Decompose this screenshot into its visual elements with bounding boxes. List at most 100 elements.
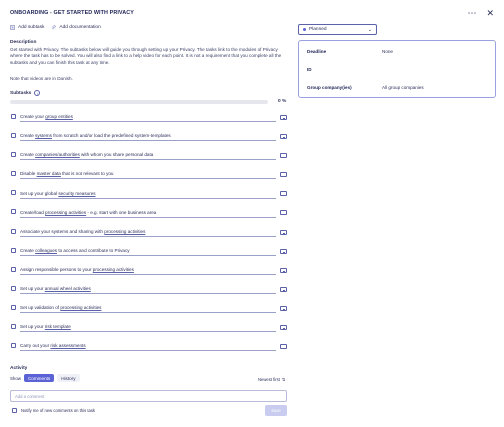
page-title: ONBOARDING - GET STARTED WITH PRIVACY xyxy=(10,10,134,16)
video-icon[interactable] xyxy=(280,229,287,235)
video-icon[interactable] xyxy=(280,153,287,159)
progress-percent: 0 % xyxy=(278,99,287,104)
subtask-checkbox[interactable] xyxy=(11,247,16,253)
subtask-checkbox[interactable] xyxy=(11,228,16,234)
subtask-link[interactable]: processing activities xyxy=(60,305,101,310)
add-documentation-button[interactable]: Add documentation xyxy=(51,25,101,30)
video-icon[interactable] xyxy=(280,210,287,216)
chevron-down-icon: ⌄ xyxy=(367,26,372,33)
subtask-text-pre: Create your xyxy=(20,114,46,120)
group-label: Group company(ies) xyxy=(307,85,352,90)
subtask-row: Create companies/authorities with whom y… xyxy=(10,150,288,169)
video-icon[interactable] xyxy=(280,325,287,331)
subtask-text-pre: Carry out your xyxy=(20,343,51,349)
subtask-checkbox[interactable] xyxy=(11,152,16,158)
subtask-checkbox[interactable] xyxy=(11,285,16,291)
subtask-text: Create/load processing activities - e.g.… xyxy=(20,210,156,215)
video-icon[interactable] xyxy=(280,344,287,350)
subtask-text-pre: Assign responsible persons to your xyxy=(20,266,93,272)
subtask-divider xyxy=(20,159,276,161)
status-select[interactable]: Planned ⌄ xyxy=(298,24,377,35)
subtask-divider xyxy=(20,235,276,237)
subtask-checkbox[interactable] xyxy=(11,324,16,330)
task-details-card: Deadline None ID Group company(ies) All … xyxy=(298,40,496,98)
group-value[interactable]: All group companies xyxy=(382,85,424,90)
subtask-text: Create colleagues to access and contribu… xyxy=(20,248,130,253)
subtask-divider xyxy=(20,178,276,180)
subtask-text: Assign responsible persons to your proce… xyxy=(20,267,134,272)
deadline-label: Deadline xyxy=(307,49,327,54)
subtask-checkbox[interactable] xyxy=(11,114,16,119)
subtask-checkbox[interactable] xyxy=(11,304,16,310)
deadline-value[interactable]: None xyxy=(382,49,393,54)
tab-comments[interactable]: Comments xyxy=(23,374,55,382)
deadline-row: Deadline None xyxy=(307,49,393,54)
status-value: Planned xyxy=(309,27,327,32)
status-dot xyxy=(303,28,306,31)
subtask-checkbox[interactable] xyxy=(11,209,16,215)
subtask-row: Set up your global security measures xyxy=(10,188,288,207)
video-icon[interactable] xyxy=(280,248,287,254)
subtask-link[interactable]: annual wheel activities xyxy=(45,286,91,291)
subtask-link[interactable]: colleagues xyxy=(35,248,57,253)
subtask-text-pre: Set up your xyxy=(20,286,45,292)
subtask-checkbox[interactable] xyxy=(11,343,16,349)
video-icon[interactable] xyxy=(280,134,287,140)
subtask-link[interactable]: risk assessments xyxy=(50,343,85,348)
subtask-row: Set up validation of processing activiti… xyxy=(10,303,288,322)
more-horizontal-icon[interactable]: ⋯ xyxy=(467,9,476,18)
subtask-text-pre: Disable xyxy=(20,171,37,177)
tab-history[interactable]: History xyxy=(57,374,80,382)
subtask-checkbox[interactable] xyxy=(11,171,16,177)
subtask-text-pre: Create/load xyxy=(20,209,46,215)
subtask-link[interactable]: risk template xyxy=(45,324,71,329)
subtask-link[interactable]: processing activities xyxy=(93,267,134,272)
subtask-row: Create/load processing activities - e.g.… xyxy=(10,207,288,226)
subtask-text-post: to access and contribute to Privacy xyxy=(57,247,130,253)
subtask-link[interactable]: processing activities xyxy=(45,210,86,215)
add-subtask-button[interactable]: Add subtask xyxy=(10,25,44,30)
subtask-row: Carry out your risk assessments xyxy=(10,341,288,360)
subtask-checkbox[interactable] xyxy=(11,190,16,196)
video-icon[interactable] xyxy=(280,115,287,120)
video-icon[interactable] xyxy=(280,286,287,292)
video-icon[interactable] xyxy=(280,267,287,273)
group-row: Group company(ies) All group companies xyxy=(307,85,424,90)
subtask-divider xyxy=(20,331,276,333)
subtask-row: Create systems from scratch and/or load … xyxy=(10,131,288,150)
subtask-link[interactable]: companies/authorities xyxy=(35,152,80,157)
subtask-text: Create companies/authorities with whom y… xyxy=(20,152,153,157)
subtask-divider xyxy=(20,312,276,314)
video-icon[interactable] xyxy=(280,305,287,311)
subtask-divider xyxy=(20,216,276,218)
subtask-checkbox[interactable] xyxy=(11,133,16,139)
notify-checkbox[interactable] xyxy=(12,408,17,413)
notify-label: Notify me of new comments on this task xyxy=(21,408,96,413)
subtask-row: Set up your annual wheel activities xyxy=(10,284,288,303)
subtask-text: Set up your annual wheel activities xyxy=(20,286,91,291)
save-comment-button[interactable]: Save xyxy=(265,405,287,416)
video-icon[interactable] xyxy=(280,172,287,178)
close-icon[interactable]: ✕ xyxy=(486,9,494,18)
subtask-text-pre: Set up your xyxy=(20,324,45,330)
comment-input[interactable]: Add a comment xyxy=(10,390,287,402)
subtask-divider xyxy=(20,254,276,256)
subtask-link[interactable]: group entities xyxy=(45,114,73,119)
subtask-text: Set up validation of processing activiti… xyxy=(20,305,101,310)
add-subtask-icon xyxy=(10,25,15,30)
subtask-row: Create your group entities xyxy=(10,112,288,131)
subtask-link[interactable]: processing activities xyxy=(104,229,145,234)
sort-toggle[interactable]: Newest first ⇅ xyxy=(258,377,285,382)
subtask-text-post: with whom you share personal data xyxy=(79,152,154,158)
subtask-link[interactable]: systems xyxy=(35,133,52,138)
subtask-link[interactable]: master data xyxy=(37,171,61,176)
subtask-link[interactable]: security measures xyxy=(58,191,95,196)
subtask-row: Associate your systems and sharing with … xyxy=(10,227,288,246)
subtask-text-pre: Set up validation of xyxy=(20,305,61,311)
info-icon[interactable]: i xyxy=(34,90,41,96)
subtask-text: Carry out your risk assessments xyxy=(20,343,86,348)
subtask-checkbox[interactable] xyxy=(11,266,16,272)
sort-label: Newest first xyxy=(258,377,280,382)
video-icon[interactable] xyxy=(280,191,287,197)
subtask-text-pre: Create xyxy=(20,152,36,158)
